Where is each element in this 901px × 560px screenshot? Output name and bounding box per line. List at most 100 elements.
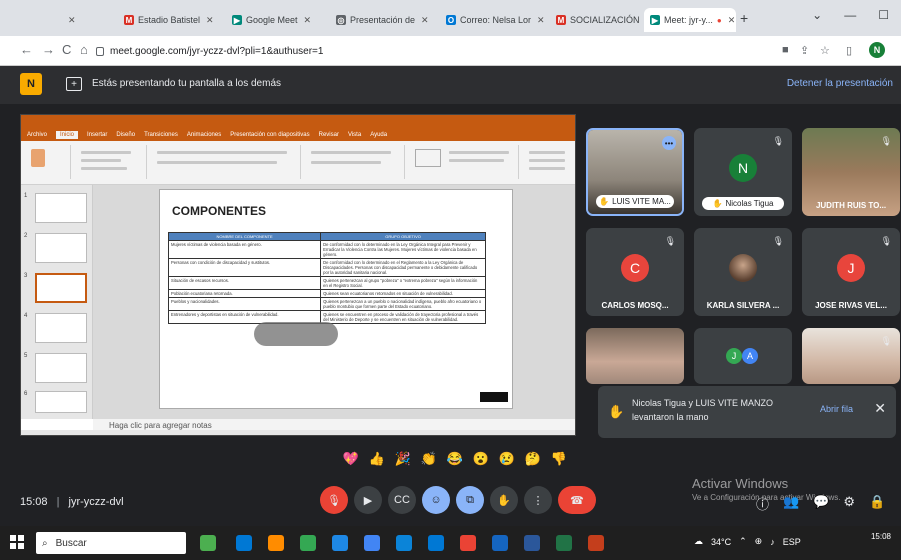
forward-icon[interactable]: → xyxy=(42,42,55,57)
profile-avatar[interactable]: N xyxy=(869,42,885,58)
reaction-sad-icon[interactable]: 😢 xyxy=(496,448,518,470)
stop-presenting-button[interactable]: Detener la presentación xyxy=(787,78,893,89)
new-tab-button[interactable]: + xyxy=(740,10,748,26)
share-icon[interactable]: ⇪ xyxy=(800,44,809,57)
reactions-button[interactable]: ☺ xyxy=(422,486,450,514)
back-icon[interactable]: ← xyxy=(20,42,33,57)
camera-icon[interactable]: ■ xyxy=(782,44,789,56)
captions-button[interactable]: CC xyxy=(388,486,416,514)
reload-icon[interactable]: C xyxy=(62,42,71,57)
network-icon[interactable]: ⊕ xyxy=(755,536,763,547)
info-icon[interactable]: ⓘ xyxy=(756,494,769,513)
slide-thumbnail[interactable] xyxy=(35,391,87,413)
close-icon[interactable]: ✕ xyxy=(537,15,545,26)
browser-tab[interactable]: O Correo: Nelsa Lor ✕ xyxy=(440,8,548,32)
mail-icon[interactable] xyxy=(428,535,444,551)
edge-icon[interactable] xyxy=(396,535,412,551)
participant-tile[interactable] xyxy=(586,328,684,384)
camera-button[interactable]: ▶ xyxy=(354,486,382,514)
folder-icon[interactable] xyxy=(332,535,348,551)
chat-icon[interactable]: 💬 xyxy=(813,494,829,513)
browser-tab[interactable]: M Estadio Batistel ✕ xyxy=(118,8,224,32)
bookmark-star-icon[interactable]: ☆ xyxy=(820,44,830,57)
windows-start-icon[interactable] xyxy=(10,535,24,549)
chevron-up-icon[interactable]: ⌃ xyxy=(739,536,747,547)
browser-tab-active[interactable]: ▶ Meet: jyr-y... ● ✕ xyxy=(644,8,736,32)
slide-thumbnail[interactable] xyxy=(35,313,87,343)
participant-tile[interactable]: 🎙 C CARLOS MOSQ... xyxy=(586,228,684,316)
ribbon-tab[interactable]: Transiciones xyxy=(144,132,178,138)
reaction-party-icon[interactable]: 🎉 xyxy=(392,448,414,470)
participant-tile[interactable]: ••• ✋ LUIS VITE MA... xyxy=(586,128,684,216)
ribbon-tab[interactable]: Archivo xyxy=(27,132,47,138)
close-icon[interactable]: ✕ xyxy=(68,15,76,26)
activities-icon[interactable]: ⚙ xyxy=(843,494,855,513)
slide-thumbnail[interactable] xyxy=(35,353,87,383)
close-icon[interactable]: ✕ xyxy=(728,15,736,26)
present-button[interactable]: ⧉ xyxy=(456,486,484,514)
paste-icon[interactable] xyxy=(31,149,45,167)
sidepanel-icon[interactable]: ▯ xyxy=(846,44,852,57)
ribbon-tab[interactable]: Insertar xyxy=(87,132,107,138)
chrome-icon[interactable] xyxy=(364,535,380,551)
reaction-heart-icon[interactable]: 💖 xyxy=(340,448,362,470)
end-call-button[interactable]: ☎ xyxy=(558,486,596,514)
ribbon-tab[interactable]: Revisar xyxy=(319,132,339,138)
participant-tile[interactable]: 🎙 JUDITH RUIS TO... xyxy=(802,128,900,216)
chrome-icon[interactable] xyxy=(300,535,316,551)
clock[interactable]: 15:08 xyxy=(871,532,891,542)
more-options-button[interactable]: ⋮ xyxy=(524,486,552,514)
temperature[interactable]: 34°C xyxy=(711,537,731,547)
slide[interactable]: COMPONENTES NOMBRE DEL COMPONENTE GRUPO … xyxy=(159,189,513,409)
ribbon-tab[interactable]: Vista xyxy=(348,132,361,138)
participant-tile[interactable]: 🎙 N ✋ Nicolas Tigua xyxy=(694,128,792,216)
mic-off-button[interactable]: 🎙 xyxy=(320,486,348,514)
taskview-icon[interactable] xyxy=(236,535,252,551)
opera-icon[interactable] xyxy=(460,535,476,551)
participant-tile[interactable]: 🎙 KARLA SILVERA ... xyxy=(694,228,792,316)
slide-thumbnail[interactable] xyxy=(35,193,87,223)
ribbon-tab[interactable]: Animaciones xyxy=(187,132,221,138)
reaction-thinking-icon[interactable]: 🤔 xyxy=(522,448,544,470)
reaction-surprised-icon[interactable]: 😮 xyxy=(470,448,492,470)
powerpoint-icon[interactable] xyxy=(588,535,604,551)
close-icon[interactable]: ✕ xyxy=(874,400,886,417)
more-options-icon[interactable]: ••• xyxy=(662,136,676,150)
browser-tab[interactable]: MSOCIALIZACIÓN✕ xyxy=(550,8,642,32)
lock-icon[interactable]: 🔒 xyxy=(869,494,885,513)
browser-tab[interactable]: ◎ Presentación de ✕ xyxy=(330,8,438,32)
close-icon[interactable]: ✕ xyxy=(206,15,214,26)
reaction-thumbs-down-icon[interactable]: 👎 xyxy=(548,448,570,470)
reaction-thumbs-up-icon[interactable]: 👍 xyxy=(366,448,388,470)
taskbar-app-icon[interactable] xyxy=(200,535,216,551)
reaction-laugh-icon[interactable]: 😂 xyxy=(444,448,466,470)
home-icon[interactable]: ⌂ xyxy=(80,42,88,57)
tab-search-icon[interactable]: ⌄ xyxy=(812,8,822,22)
slide-thumbnail[interactable] xyxy=(35,233,87,263)
excel-icon[interactable] xyxy=(556,535,572,551)
participant-tile[interactable]: 🎙 J JOSE RIVAS VEL... xyxy=(802,228,900,316)
reaction-clap-icon[interactable]: 👏 xyxy=(418,448,440,470)
close-icon[interactable]: ✕ xyxy=(421,15,429,26)
close-icon[interactable]: ✕ xyxy=(304,15,312,26)
volume-icon[interactable]: ♪ xyxy=(770,537,775,547)
participant-tile[interactable]: 🎙 xyxy=(802,328,900,384)
shapes-icon[interactable] xyxy=(415,149,441,167)
ribbon-tab-selected[interactable]: Inicio xyxy=(56,131,79,139)
raise-hand-button[interactable]: ✋ xyxy=(490,486,518,514)
firefox-icon[interactable] xyxy=(268,535,284,551)
ribbon-tab[interactable]: Presentación con diapositivas xyxy=(230,132,309,138)
language-indicator[interactable]: ESP xyxy=(783,537,801,547)
maximize-icon[interactable]: ☐ xyxy=(878,8,889,22)
url-field[interactable]: meet.google.com/jyr-yczz-dvl?pli=1&authu… xyxy=(96,40,756,62)
ribbon-tab[interactable]: Ayuda xyxy=(370,132,387,138)
app-icon[interactable] xyxy=(492,535,508,551)
people-icon[interactable]: 👥 xyxy=(783,494,799,513)
minimize-icon[interactable]: — xyxy=(844,8,856,22)
ribbon-tab[interactable]: Diseño xyxy=(116,132,135,138)
open-queue-button[interactable]: Abrir fila xyxy=(820,404,853,414)
taskbar-search[interactable]: ⌕ Buscar xyxy=(36,532,186,554)
word-icon[interactable] xyxy=(524,535,540,551)
slide-thumbnail-selected[interactable] xyxy=(35,273,87,303)
participant-tile-group[interactable]: J A xyxy=(694,328,792,384)
